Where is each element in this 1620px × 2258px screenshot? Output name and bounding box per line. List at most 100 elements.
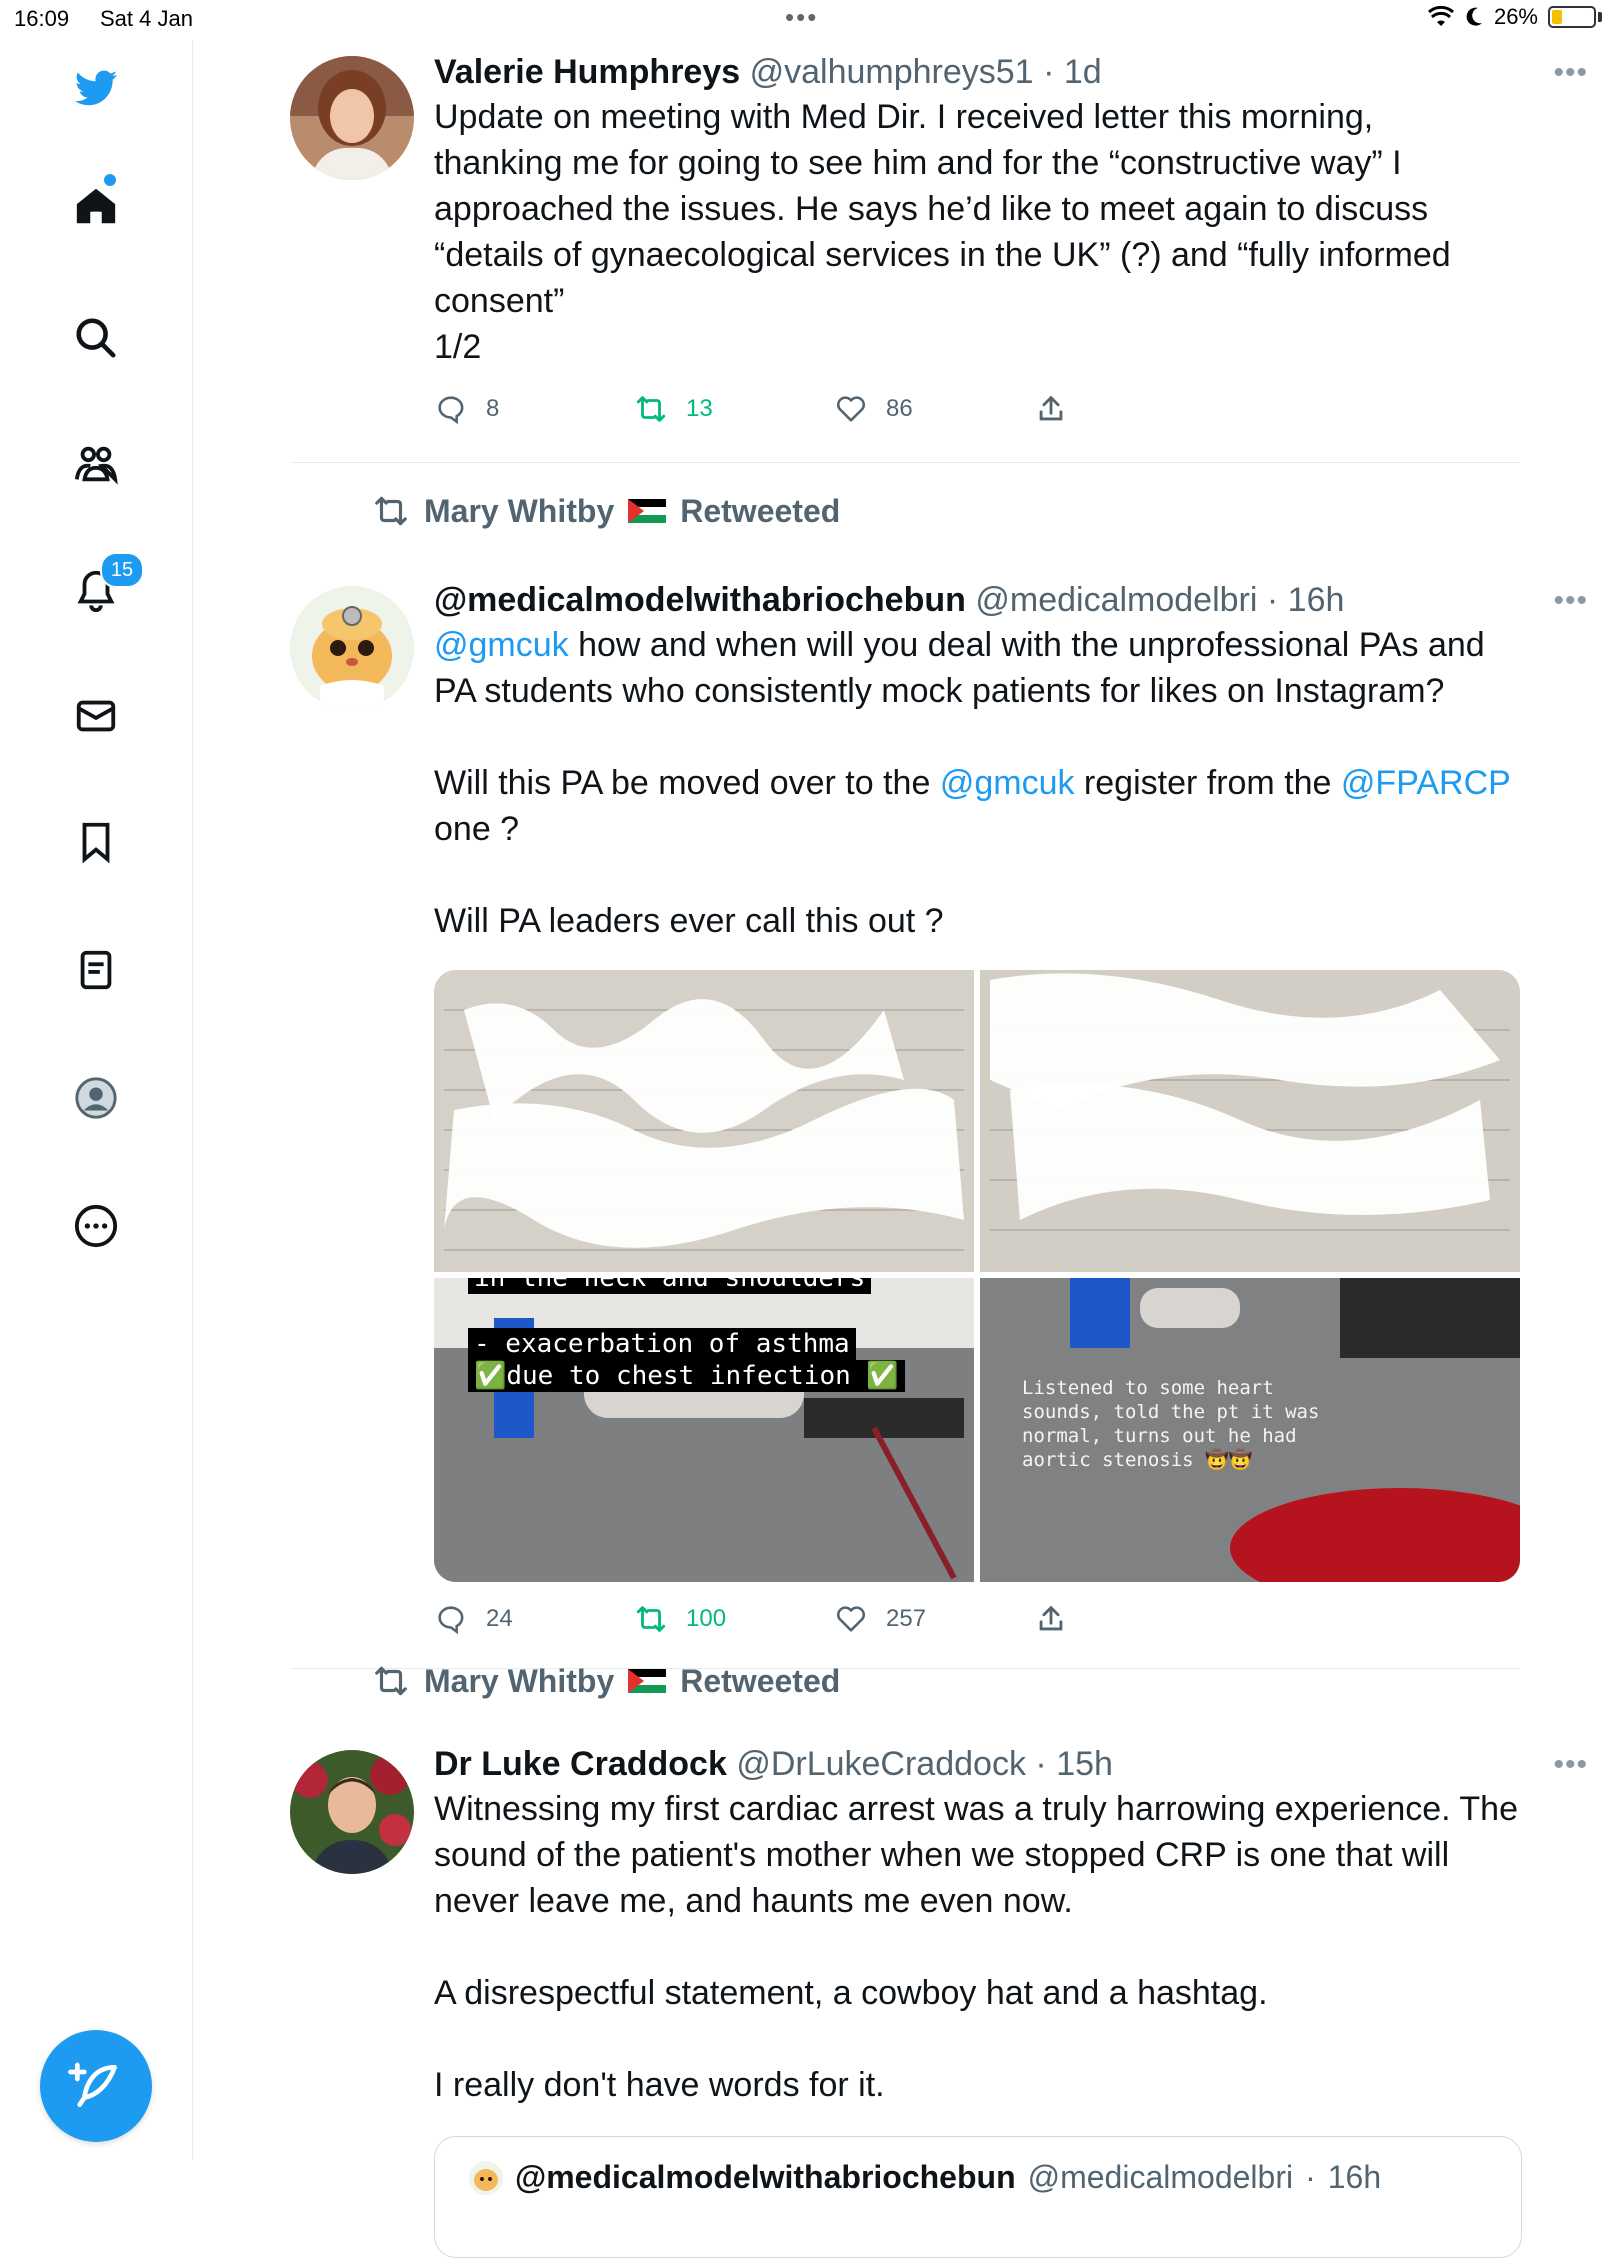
media-caption-2: ✅due to chest infection ✅ [468, 1360, 905, 1392]
more-circle-icon[interactable] [70, 1200, 122, 1252]
notifications-badge: 15 [100, 552, 144, 588]
author-name[interactable]: Valerie Humphreys [434, 53, 740, 91]
text-span: register from the [1074, 764, 1341, 802]
quoted-tweet[interactable]: @medicalmodelwithabriochebun @medicalmod… [434, 2136, 1522, 2258]
multitasking-dots-icon[interactable]: ••• [785, 2, 818, 33]
separator: · [1043, 53, 1055, 91]
tweet-3-text: Witnessing my first cardiac arrest was a… [434, 1786, 1620, 2108]
quoted-author-name[interactable]: @medicalmodelwithabriochebun [515, 2159, 1016, 2196]
battery-percent: 26% [1493, 4, 1538, 29]
mention-link[interactable]: @gmcuk [434, 626, 569, 664]
media-image-2[interactable] [980, 970, 1520, 1272]
tweet-1-actions: 8 13 86 [434, 392, 1134, 432]
battery-icon [1548, 6, 1596, 28]
text-line: Will this PA be moved over to the @gmcuk… [434, 760, 1620, 806]
text-line: A disrespectful statement, a cowboy hat … [434, 1974, 1268, 2012]
share-button[interactable] [1034, 1602, 1068, 1636]
media-image-1[interactable] [434, 970, 974, 1272]
retweeter-name[interactable]: Mary Whitby [424, 1663, 614, 1700]
share-button[interactable] [1034, 392, 1068, 426]
media-image-3[interactable]: in the neck and shoulders - exacerbation… [434, 1278, 974, 1582]
retweet-count: 13 [686, 395, 713, 422]
divider [290, 462, 1520, 463]
tweet-3-header: Dr Luke Craddock @DrLukeCraddock · 15h [434, 1744, 1620, 1784]
retweet-count: 100 [686, 1605, 727, 1632]
tweet-1-header: Valerie Humphreys @valhumphreys51 · 1d [434, 52, 1620, 92]
retweeter-name[interactable]: Mary Whitby [424, 493, 614, 530]
separator: · [1035, 1745, 1047, 1783]
mention-link[interactable]: @FPARCP [1341, 764, 1511, 802]
tweet-1-text: Update on meeting with Med Dir. I receiv… [434, 94, 1620, 370]
reply-icon [438, 1606, 464, 1635]
text-span: Will this PA be moved over to the [434, 764, 940, 802]
text-line: thanking me for going to see him and for… [434, 144, 1402, 182]
tweet-2-actions: 24 100 257 [434, 1602, 1134, 1642]
quoted-avatar[interactable] [469, 2160, 503, 2195]
media-caption-1: - exacerbation of asthma [468, 1328, 856, 1360]
text-line: one ? [434, 810, 520, 848]
retweeted-by-line: Mary Whitby Retweeted [372, 492, 840, 530]
avatar-medicalmodel[interactable] [290, 586, 414, 710]
palestine-flag-icon [628, 1669, 667, 1693]
tweet-2-header: @medicalmodelwithabriochebun @medicalmod… [434, 580, 1620, 620]
text-line: never leave me, and haunts me even now. [434, 1882, 1073, 1920]
tweet-time[interactable]: 1d [1064, 53, 1102, 91]
profile-avatar-icon[interactable] [70, 1072, 122, 1124]
text-line: 1/2 [434, 328, 482, 366]
lists-icon[interactable] [70, 944, 122, 996]
more-options-icon[interactable]: ••• [1553, 1748, 1588, 1782]
avatar-valerie[interactable] [290, 56, 414, 180]
quoted-author-handle[interactable]: @medicalmodelbri [1028, 2159, 1293, 2196]
text-line: Witnessing my first cardiac arrest was a… [434, 1790, 1518, 1828]
like-button[interactable]: 86 [834, 392, 913, 426]
messages-envelope-icon[interactable] [70, 690, 122, 742]
share-icon [1039, 395, 1063, 421]
media-image-4[interactable]: Listened to some heart sounds, told the … [980, 1278, 1520, 1582]
retweet-icon [636, 1606, 666, 1632]
tweet-time[interactable]: 16h [1288, 581, 1345, 619]
palestine-flag-icon [628, 499, 667, 523]
author-handle[interactable]: @valhumphreys51 [750, 53, 1034, 91]
text-line: approached the issues. He says he’d like… [434, 190, 1429, 228]
search-icon[interactable] [70, 312, 122, 364]
more-options-icon[interactable]: ••• [1553, 56, 1588, 90]
media-grid: in the neck and shoulders - exacerbation… [434, 970, 1520, 1582]
text-line: @gmcuk how and when will you deal with t… [434, 622, 1620, 668]
tweet-3-body: Dr Luke Craddock @DrLukeCraddock · 15h W… [434, 1744, 1620, 2108]
separator: · [1305, 2159, 1316, 2195]
media-caption-right: Listened to some heart sounds, told the … [1022, 1377, 1320, 1471]
communities-icon[interactable] [70, 438, 122, 490]
media-caption-top: in the neck and shoulders [468, 1278, 872, 1294]
more-options-icon[interactable]: ••• [1553, 584, 1588, 618]
author-name[interactable]: @medicalmodelwithabriochebun [434, 581, 966, 619]
tweet-2-text: @gmcuk how and when will you deal with t… [434, 622, 1620, 944]
status-date: Sat 4 Jan [100, 6, 193, 31]
bookmark-icon[interactable] [70, 816, 122, 868]
home-new-dot [104, 174, 116, 186]
quoted-tweet-time[interactable]: 16h [1328, 2159, 1381, 2196]
like-count: 86 [886, 395, 913, 422]
mention-link[interactable]: @gmcuk [940, 764, 1075, 802]
retweet-icon [636, 396, 666, 422]
separator: · [1266, 581, 1279, 619]
retweeted-label: Retweeted [680, 492, 841, 529]
reply-button[interactable]: 8 [434, 392, 499, 426]
heart-icon [836, 396, 866, 422]
author-name[interactable]: Dr Luke Craddock [434, 1745, 727, 1783]
status-indicators: 26% [1427, 4, 1602, 30]
author-handle[interactable]: @medicalmodelbri [975, 581, 1257, 619]
avatar-luke[interactable] [290, 1750, 414, 1874]
tweet-time[interactable]: 15h [1056, 1745, 1113, 1783]
retweet-button[interactable]: 13 [634, 392, 713, 426]
home-icon[interactable] [70, 180, 122, 232]
share-icon [1039, 1605, 1063, 1631]
author-handle[interactable]: @DrLukeCraddock [736, 1745, 1026, 1783]
compose-tweet-button[interactable] [40, 2030, 152, 2142]
heart-icon [836, 1606, 866, 1632]
like-button[interactable]: 257 [834, 1602, 926, 1636]
retweet-button[interactable]: 100 [634, 1602, 726, 1636]
reply-button[interactable]: 24 [434, 1602, 513, 1636]
twitter-logo-icon[interactable] [70, 62, 122, 114]
sidebar: 15 [0, 40, 193, 2160]
